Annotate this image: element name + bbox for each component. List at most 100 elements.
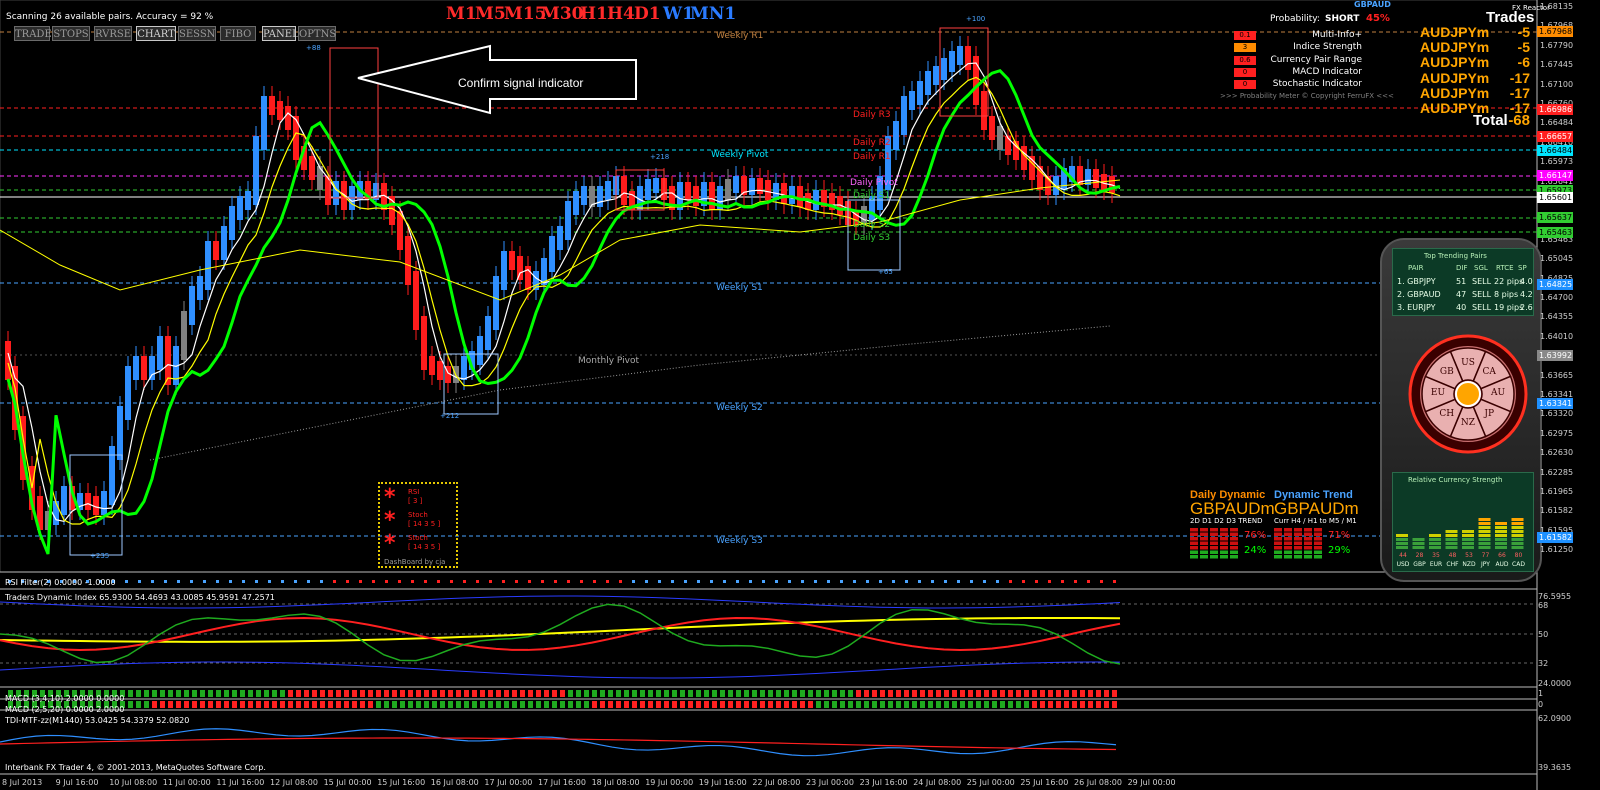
timeframe-m5[interactable]: M5 [475,4,506,24]
toolbar-button-panel[interactable]: PANEL [262,26,299,41]
macd2-bar [136,701,141,708]
monthly-trendline [149,325,1111,461]
dashboard-item-name: Stoch [408,534,428,542]
price-tag: 1.66484 [1537,145,1573,156]
rsi-filter-dot [320,580,323,583]
candle-body [213,241,219,260]
macd1-bar [424,690,429,697]
macd1-bar [368,690,373,697]
candle-body [813,190,819,210]
dynamic-gauge-cell [1284,546,1292,550]
macd1-bar [1088,690,1093,697]
timeframe-m1[interactable]: M1 [446,4,477,24]
macd1-bar [472,690,477,697]
macd1-bar [400,690,405,697]
macd1-bar [320,690,325,697]
dynamic-gauge-cell [1190,528,1198,532]
dynamic-gauge-cell [1274,546,1282,550]
rsi-filter-dot [866,580,869,583]
time-axis-label: 29 Jul 00:00 [1127,778,1176,787]
timeframe-h4[interactable]: H4 [607,4,635,24]
rsi-filter-dot [554,580,557,583]
toolbar-button-stops[interactable]: STOPS [52,26,90,41]
macd1-bar [760,690,765,697]
macd2-bar [184,701,189,708]
dynamic-gauge-cell [1294,528,1302,532]
ma-yellow [7,76,1121,525]
price-axis-label: 1.63665 [1540,370,1574,380]
macd1-bar [616,690,621,697]
macd1-bar [832,690,837,697]
macd1-bar [952,690,957,697]
timeframe-mn1[interactable]: MN1 [690,4,736,24]
toolbar-button-sessn[interactable]: SESSN [178,26,216,41]
timeframe-h1[interactable]: H1 [580,4,608,24]
daily-dynamic-headers: 2D D1 D2 D3 TREND [1190,517,1263,525]
macd1-bar [1016,690,1021,697]
dynamic-gauge-cell [1230,528,1238,532]
macd2-bar [1000,701,1005,708]
toolbar-button-trade[interactable]: TRADE [14,26,52,41]
trade-pair: AUDJPYm [1420,84,1490,101]
macd2-bar [448,701,453,708]
time-axis-label: 25 Jul 00:00 [966,778,1015,787]
macd2-bar [888,701,893,708]
macd1-bar [192,690,197,697]
dynamic-gauge-cell [1274,528,1282,532]
toolbar-button-fibo[interactable]: FIBO [220,26,256,41]
candle-body [725,179,731,200]
timeframe-d1[interactable]: D1 [634,4,661,24]
macd1-bar [440,690,445,697]
dynamic-gauge-cell [1220,546,1228,550]
macd1-bar [1032,690,1037,697]
macd1-bar [552,690,557,697]
dynamic-gauge-cell [1230,537,1238,541]
signal-marker: +218 [650,153,670,161]
rsi-filter-dot [723,580,726,583]
daily-dynamic-pct-bottom: 24% [1244,545,1267,556]
macd2-bar [312,701,317,708]
rsi-filter-dot [151,580,154,583]
macd2-bar [496,701,501,708]
macd2-bar [320,701,325,708]
macd2-bar [736,701,741,708]
macd2-bar [928,701,933,708]
dynamic-gauge-cell [1304,537,1312,541]
top-pairs-cell: 2.6 [1520,303,1533,312]
toolbar-button-rvrse[interactable]: RVRSE [94,26,132,41]
rsi-filter-dot [1087,580,1090,583]
candle-body [477,336,483,365]
macd1-bar [584,690,589,697]
macd1-bar [528,690,533,697]
macd1-bar [840,690,845,697]
annotation-text: Confirm signal indicator [458,76,584,90]
probability-direction: SHORT [1325,14,1360,24]
candle-body [573,191,579,215]
macd2-bar [632,701,637,708]
price-chart[interactable] [0,0,1600,790]
probability-row-label: Multi-Info+ [1312,30,1362,40]
dynamic-gauge-cell [1274,550,1282,554]
top-pairs-column-header: DIF [1456,264,1468,272]
probability-value-box: 0 [1234,80,1256,90]
dynamic-gauge-cell [1284,532,1292,536]
trade-value: -6 [1517,54,1530,71]
price-tag: 1.66147 [1537,170,1573,181]
macd2-bar [1032,701,1037,708]
tdi-axis-32: 32 [1538,659,1549,668]
toolbar-button-chart[interactable]: CHART [136,26,176,41]
candle-body [317,166,323,190]
toolbar-button-optns[interactable]: OPTNS [298,26,336,41]
candle-body [253,136,259,205]
macd1-bar [344,690,349,697]
timeframe-m30[interactable]: M30 [541,4,583,24]
top-pairs-column-header: SGL [1474,264,1488,272]
rsi-filter-dot [229,580,232,583]
top-pairs-cell: 4.0 [1520,277,1533,286]
macd1-bar [936,690,941,697]
macd1-bar [144,690,149,697]
time-axis-label: 17 Jul 00:00 [484,778,533,787]
candle-body [981,91,987,130]
time-axis-label: 26 Jul 08:00 [1074,778,1122,787]
macd1-bar [384,690,389,697]
